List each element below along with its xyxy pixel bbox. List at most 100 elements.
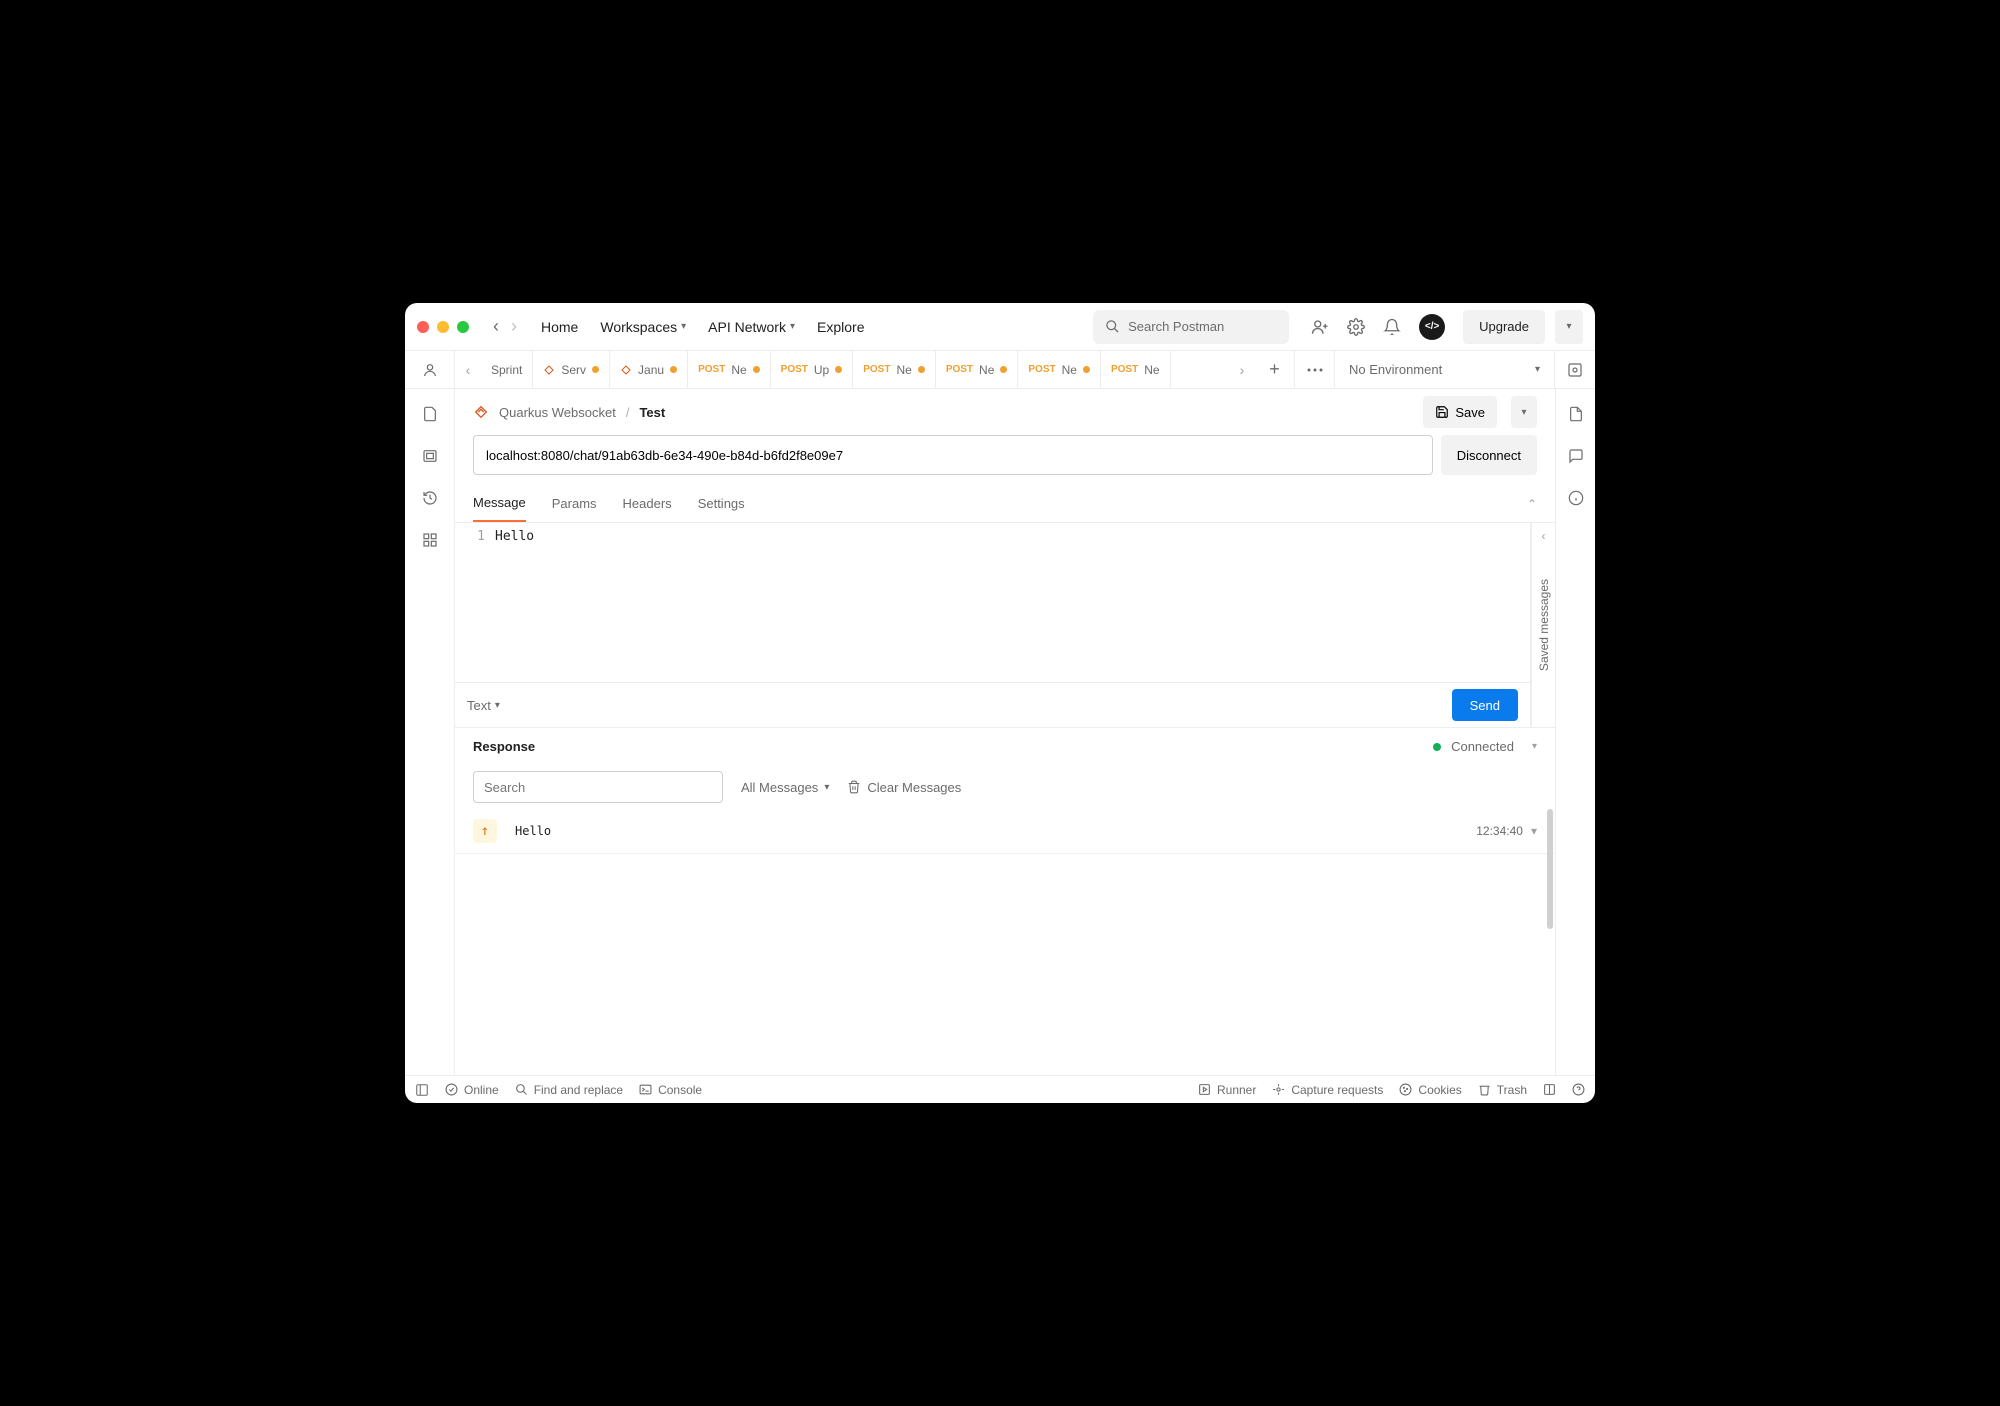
- disconnect-button[interactable]: Disconnect: [1441, 435, 1537, 475]
- trash-button[interactable]: Trash: [1478, 1083, 1527, 1097]
- tab-headers[interactable]: Headers: [623, 486, 672, 521]
- maximize-window-button[interactable]: [457, 321, 469, 333]
- nav-api-network[interactable]: API Network ▾: [708, 319, 795, 335]
- response-tools: All Messages ▾ Clear Messages: [455, 765, 1555, 809]
- find-replace-button[interactable]: Find and replace: [515, 1083, 623, 1097]
- chevron-down-icon: ▾: [824, 782, 829, 793]
- forward-button[interactable]: ›: [511, 316, 517, 337]
- scrollbar[interactable]: [1547, 809, 1553, 929]
- collections-icon[interactable]: [421, 405, 439, 423]
- upgrade-dropdown[interactable]: ▾: [1555, 310, 1583, 344]
- tabs-scroll-left[interactable]: ‹: [455, 351, 481, 388]
- new-tab-button[interactable]: +: [1255, 351, 1295, 388]
- workspace-tab[interactable]: Janu: [610, 351, 688, 388]
- tab-label: Serv: [561, 363, 586, 377]
- nav-explore[interactable]: Explore: [817, 319, 864, 335]
- search-placeholder: Search Postman: [1128, 319, 1224, 334]
- workspace-tab[interactable]: POSTUp: [771, 351, 854, 388]
- title-icons: [1311, 314, 1445, 340]
- tab-message[interactable]: Message: [473, 485, 526, 522]
- breadcrumb-collection[interactable]: Quarkus Websocket: [499, 405, 616, 420]
- environments-icon[interactable]: [421, 447, 439, 465]
- documentation-icon[interactable]: [1567, 405, 1585, 423]
- console-button[interactable]: Console: [639, 1083, 702, 1097]
- environment-quicklook-icon[interactable]: [1555, 351, 1595, 388]
- nav-home[interactable]: Home: [541, 319, 578, 335]
- chevron-down-icon: ▾: [1535, 364, 1540, 375]
- message-editor[interactable]: 1 Hello: [455, 523, 1530, 683]
- runner-button[interactable]: Runner: [1198, 1083, 1256, 1097]
- message-filter[interactable]: All Messages ▾: [741, 780, 829, 795]
- workspace-tab[interactable]: POSTNe: [1101, 351, 1171, 388]
- online-status[interactable]: Online: [445, 1083, 499, 1097]
- workspace-tab[interactable]: POSTNe: [1018, 351, 1101, 388]
- tab-params[interactable]: Params: [552, 486, 597, 521]
- url-input[interactable]: [473, 435, 1433, 475]
- minimize-window-button[interactable]: [437, 321, 449, 333]
- history-nav: ‹ ›: [493, 316, 517, 337]
- saved-messages-label: Saved messages: [1537, 579, 1551, 671]
- back-button[interactable]: ‹: [493, 316, 499, 337]
- tabs-scroll-right[interactable]: ›: [1229, 351, 1255, 388]
- environment-selector[interactable]: No Environment ▾: [1335, 351, 1555, 388]
- clear-messages-label: Clear Messages: [867, 780, 961, 795]
- workspace-tab[interactable]: Sprint: [481, 351, 533, 388]
- workspace-tab[interactable]: POSTNe: [936, 351, 1019, 388]
- capture-label: Capture requests: [1291, 1083, 1383, 1097]
- unsaved-indicator: [753, 366, 760, 373]
- message-type-selector[interactable]: Text ▾: [467, 698, 500, 713]
- workspace-switcher-icon[interactable]: [405, 351, 455, 388]
- chevron-down-icon: ▾: [681, 321, 686, 332]
- workspace-tab[interactable]: POSTNe: [688, 351, 771, 388]
- workspace-tab[interactable]: Serv: [533, 351, 610, 388]
- upgrade-button[interactable]: Upgrade: [1463, 310, 1545, 344]
- left-rail: [405, 389, 455, 1075]
- settings-icon[interactable]: [1347, 318, 1365, 336]
- comments-icon[interactable]: [1567, 447, 1585, 465]
- avatar[interactable]: [1419, 314, 1445, 340]
- invite-icon[interactable]: [1311, 318, 1329, 336]
- save-icon: [1435, 405, 1449, 419]
- message-row[interactable]: ↑Hello12:34:40 ▾: [455, 809, 1555, 854]
- status-bar: Online Find and replace Console Runner C…: [405, 1075, 1595, 1103]
- save-button[interactable]: Save: [1423, 396, 1497, 428]
- chevron-down-icon[interactable]: ▾: [1532, 741, 1537, 752]
- save-dropdown[interactable]: ▾: [1511, 396, 1537, 428]
- tab-label: Sprint: [491, 363, 522, 377]
- nav-workspaces-label: Workspaces: [600, 319, 677, 335]
- method-badge: POST: [781, 364, 808, 375]
- collapse-request-icon[interactable]: ⌃: [1527, 497, 1537, 511]
- history-icon[interactable]: [421, 489, 439, 507]
- tab-label: Ne: [896, 363, 911, 377]
- capture-button[interactable]: Capture requests: [1272, 1083, 1383, 1097]
- editor-content[interactable]: Hello: [495, 523, 1530, 682]
- find-label: Find and replace: [534, 1083, 623, 1097]
- tabs-overflow-button[interactable]: [1295, 351, 1335, 388]
- notifications-icon[interactable]: [1383, 318, 1401, 336]
- message-text: Hello: [515, 824, 1458, 838]
- arrow-up-icon: ↑: [473, 819, 497, 843]
- chevron-left-icon[interactable]: ‹: [1542, 529, 1546, 543]
- tab-label: Ne: [979, 363, 994, 377]
- saved-messages-panel[interactable]: ‹ Saved messages: [1531, 523, 1555, 727]
- unsaved-indicator: [1083, 366, 1090, 373]
- tab-label: Ne: [1062, 363, 1077, 377]
- layout-button[interactable]: [1543, 1083, 1556, 1096]
- send-button[interactable]: Send: [1452, 689, 1518, 721]
- cookies-button[interactable]: Cookies: [1399, 1083, 1461, 1097]
- info-icon[interactable]: [1567, 489, 1585, 507]
- response-search-input[interactable]: [473, 771, 723, 803]
- tab-settings[interactable]: Settings: [698, 486, 745, 521]
- help-button[interactable]: [1572, 1083, 1585, 1096]
- unsaved-indicator: [918, 366, 925, 373]
- unsaved-indicator: [670, 366, 677, 373]
- console-label: Console: [658, 1083, 702, 1097]
- global-search[interactable]: Search Postman: [1093, 310, 1289, 344]
- more-apps-icon[interactable]: [421, 531, 439, 549]
- close-window-button[interactable]: [417, 321, 429, 333]
- toggle-sidebar-button[interactable]: [415, 1083, 429, 1097]
- breadcrumb-request[interactable]: Test: [639, 405, 665, 420]
- clear-messages-button[interactable]: Clear Messages: [847, 780, 961, 795]
- nav-workspaces[interactable]: Workspaces ▾: [600, 319, 686, 335]
- workspace-tab[interactable]: POSTNe: [853, 351, 936, 388]
